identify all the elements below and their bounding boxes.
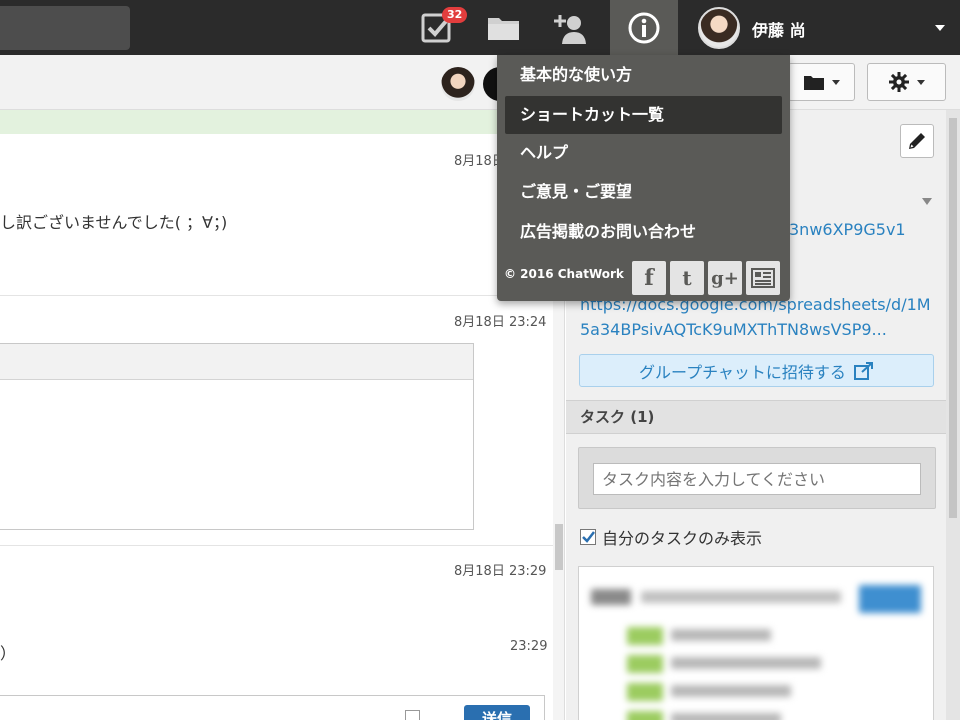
message-text: し訳ございませんでした( ；∀；) <box>0 213 228 232</box>
blog-icon[interactable] <box>746 261 780 295</box>
pencil-icon <box>909 133 925 149</box>
invite-button[interactable]: グループチャットに招待する <box>579 354 934 387</box>
task-section-header: タスク (1) <box>566 400 946 434</box>
chevron-down-icon <box>831 79 840 85</box>
only-my-tasks-toggle[interactable]: 自分のタスクのみ表示 <box>580 525 762 549</box>
menu-item-feedback[interactable]: ご意見・ご要望 <box>505 173 782 211</box>
panel-scrollbar[interactable] <box>946 110 960 720</box>
edit-room-button[interactable] <box>900 124 934 158</box>
menu-item-basic-usage[interactable]: 基本的な使い方 <box>505 56 782 94</box>
top-bar: 32 伊藤 尚 <box>0 0 960 55</box>
description-link[interactable]: 3nw6XP9G5v1 <box>789 220 906 239</box>
chevron-down-icon <box>916 79 925 85</box>
menu-item-ad-inquiry[interactable]: 広告掲載のお問い合わせ <box>505 213 782 251</box>
files-button[interactable] <box>474 0 534 55</box>
gear-icon <box>888 72 909 92</box>
invite-button-label: グループチャットに招待する <box>639 362 846 382</box>
message-text: ） <box>0 644 17 663</box>
menu-item-shortcuts[interactable]: ショートカット一覧 <box>505 96 782 134</box>
spreadsheet-link[interactable]: 5a34BPsivAQTcK9uMXThTN8wsVSP9... <box>580 320 887 339</box>
folder-icon <box>488 17 519 40</box>
quote-block <box>0 343 474 530</box>
file-menu-button[interactable] <box>788 63 855 101</box>
panel-scrollbar-thumb[interactable] <box>949 118 957 518</box>
user-name[interactable]: 伊藤 尚 <box>752 17 806 41</box>
search-box[interactable] <box>0 6 130 50</box>
facebook-icon[interactable]: f <box>632 261 666 295</box>
message-timestamp: 8月18日 23:24 <box>454 315 547 330</box>
message-divider <box>0 545 553 546</box>
member-avatar[interactable] <box>441 67 475 101</box>
task-count-badge: 32 <box>442 7 468 23</box>
quote-header <box>0 344 473 380</box>
room-header <box>0 55 960 110</box>
blurred-task-content <box>579 567 933 720</box>
google-plus-icon[interactable]: g+ <box>708 261 742 295</box>
chat-scrollbar-thumb[interactable] <box>555 524 563 570</box>
only-my-tasks-label: 自分のタスクのみ表示 <box>602 529 763 548</box>
check-icon <box>582 531 595 543</box>
only-my-tasks-checkbox[interactable] <box>580 529 596 545</box>
menu-item-help[interactable]: ヘルプ <box>505 134 782 172</box>
task-input-area <box>578 447 936 509</box>
add-contact-button[interactable] <box>541 0 601 55</box>
user-avatar[interactable] <box>698 7 740 49</box>
enter-to-send-checkbox[interactable] <box>405 710 420 720</box>
message-timestamp: 23:29 <box>510 639 548 654</box>
task-list <box>578 566 934 720</box>
message-timestamp: 8月18日 23:29 <box>454 564 547 579</box>
folder-icon <box>803 76 824 90</box>
settings-menu-button[interactable] <box>867 63 946 101</box>
info-icon <box>628 12 660 43</box>
message-divider <box>0 295 553 296</box>
send-button[interactable]: 送信 <box>464 705 530 720</box>
unread-strip <box>0 110 553 134</box>
chat-timeline: 8月18日 し訳ございませんでした( ；∀；) 8月18日 23:24 8月18… <box>0 110 565 720</box>
chevron-down-icon[interactable] <box>935 25 945 31</box>
copyright-text: © 2016 ChatWork <box>504 267 624 281</box>
task-input[interactable] <box>593 463 921 495</box>
help-menu: 基本的な使い方 ショートカット一覧 ヘルプ ご意見・ご要望 広告掲載のお問い合わ… <box>497 55 790 301</box>
tasks-button[interactable]: 32 <box>408 0 468 55</box>
add-contact-icon <box>554 14 586 44</box>
blog-icon-glyph <box>751 268 775 288</box>
chevron-down-icon[interactable] <box>922 198 932 205</box>
twitter-icon[interactable]: t <box>670 261 704 295</box>
help-button[interactable] <box>610 0 678 55</box>
external-link-icon <box>853 361 873 380</box>
